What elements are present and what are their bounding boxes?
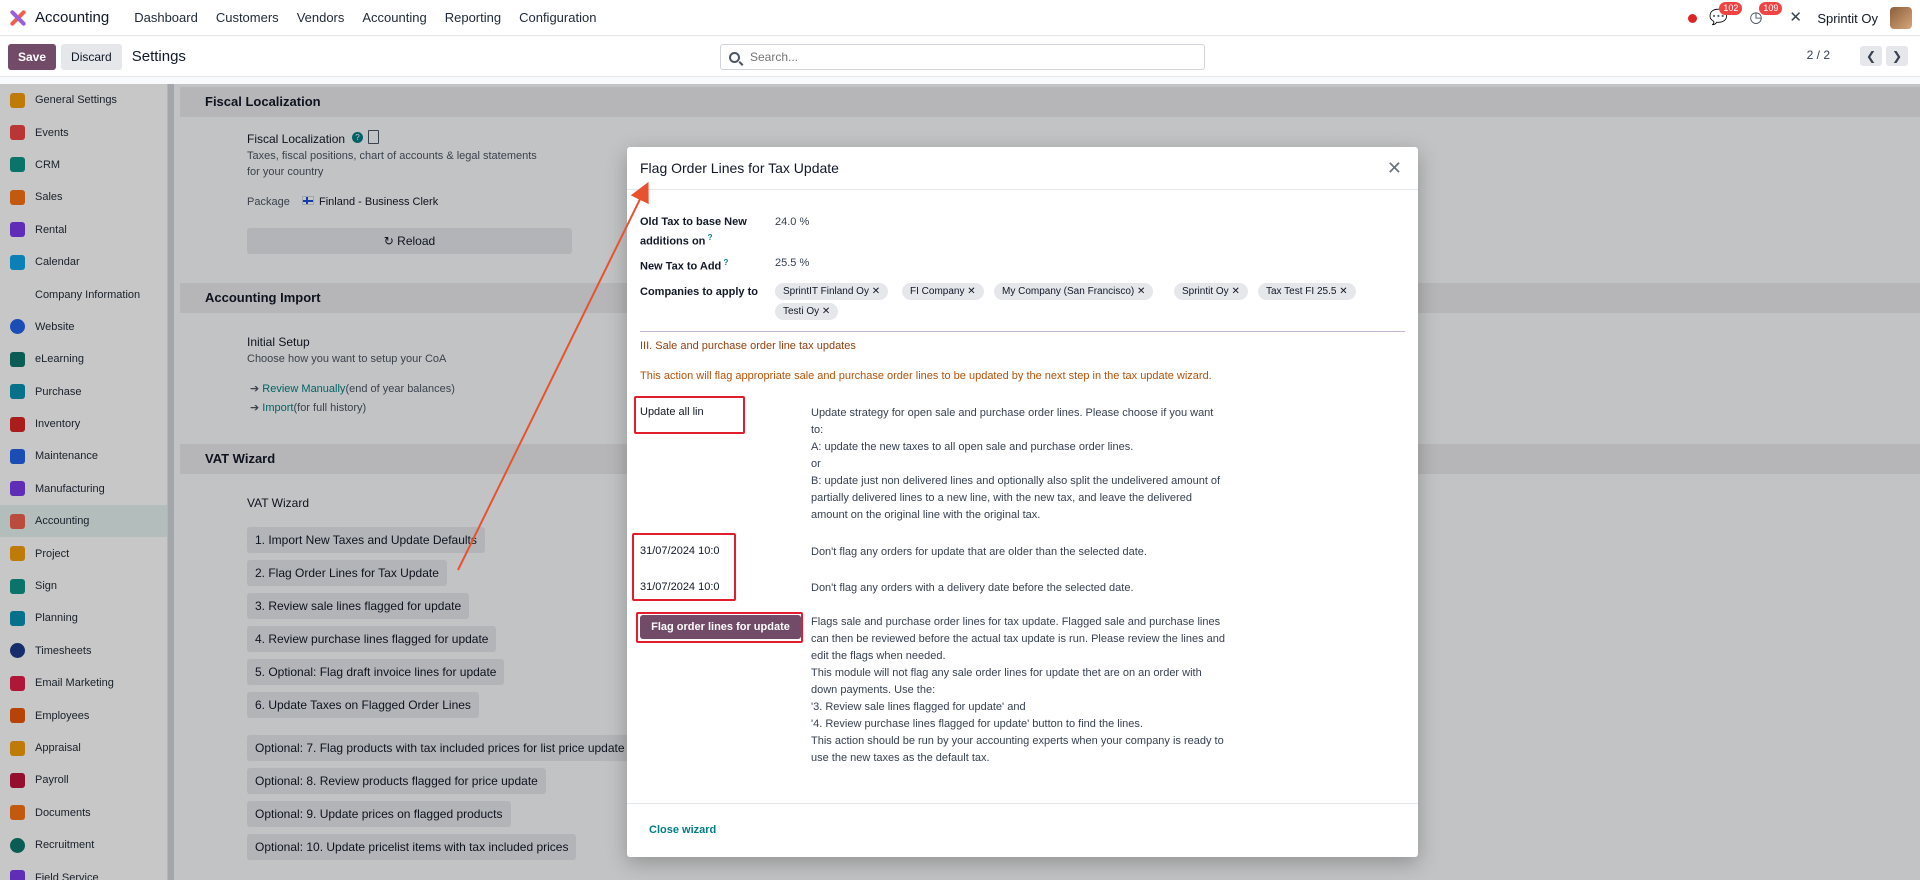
section-title: III. Sale and purchase order line tax up…: [640, 340, 856, 352]
nav-reporting[interactable]: Reporting: [445, 10, 501, 25]
help-line: '4. Review purchase lines flagged for up…: [811, 718, 1143, 730]
order-date-input[interactable]: 31/07/2024 10:0: [640, 545, 720, 557]
messages-icon[interactable]: 💬 102: [1709, 2, 1743, 27]
help-line: or: [811, 458, 821, 470]
activities-clock-icon[interactable]: ◷ 109: [1749, 2, 1783, 27]
delivery-date-input[interactable]: 31/07/2024 10:0: [640, 581, 720, 593]
user-avatar[interactable]: [1890, 7, 1912, 29]
company-tag-label: FI Company: [910, 286, 965, 297]
help-line: Flags sale and purchase order lines for …: [811, 616, 1221, 628]
control-panel: Save Discard Settings 2 / 2 ❮ ❯: [0, 37, 1920, 77]
old-tax-label-line: Old Tax to base New: [640, 216, 747, 228]
new-tax-label-text: New Tax to Add: [640, 260, 722, 273]
footer-divider: [627, 803, 1418, 804]
help-icon[interactable]: ?: [705, 233, 713, 242]
dialog-title: Flag Order Lines for Tax Update: [640, 160, 839, 176]
nav-customers[interactable]: Customers: [216, 10, 279, 25]
recording-indicator-icon: [1688, 13, 1698, 23]
company-tag[interactable]: Testi Oy ✕: [775, 303, 839, 320]
company-switcher[interactable]: Sprintit Oy: [1817, 11, 1878, 26]
pager-next-icon[interactable]: ❯: [1886, 46, 1908, 66]
delivery-date-help: Don't flag any orders with a delivery da…: [811, 582, 1134, 594]
remove-tag-icon[interactable]: ✕: [822, 306, 830, 317]
flag-order-lines-dialog: Flag Order Lines for Tax Update ✕ Old Ta…: [627, 147, 1418, 857]
help-line: can then be reviewed before the actual t…: [811, 633, 1225, 645]
help-line: edit the flags when needed.: [811, 650, 946, 662]
company-tag[interactable]: My Company (San Francisco) ✕: [994, 283, 1154, 300]
discard-button[interactable]: Discard: [61, 43, 122, 70]
help-line: B: update just non delivered lines and o…: [811, 475, 1221, 487]
help-line: to:: [811, 424, 824, 436]
companies-label: Companies to apply to: [640, 286, 758, 298]
order-date-help: Don't flag any orders for update that ar…: [811, 546, 1147, 558]
company-tag[interactable]: Sprintit Oy ✕: [1174, 283, 1248, 300]
activities-badge: 109: [1759, 2, 1783, 15]
nav-dashboard[interactable]: Dashboard: [134, 10, 198, 25]
help-line: A: update the new taxes to all open sale…: [811, 441, 1134, 453]
old-tax-value[interactable]: 24.0 %: [775, 216, 809, 228]
old-tax-label: Old Tax to base New additions on ?: [640, 215, 747, 250]
remove-tag-icon[interactable]: ✕: [1137, 286, 1145, 297]
pager-value: 2 / 2: [1806, 48, 1830, 62]
help-line: Update strategy for open sale and purcha…: [811, 407, 1214, 419]
company-tag[interactable]: Tax Test FI 25.5 ✕: [1258, 283, 1356, 300]
remove-tag-icon[interactable]: ✕: [872, 286, 880, 297]
header-divider: [627, 189, 1418, 190]
help-line: use the new taxes as the default tax.: [811, 752, 990, 764]
nav-vendors[interactable]: Vendors: [297, 10, 345, 25]
search-icon: [729, 51, 740, 63]
company-tag-label: Testi Oy: [783, 306, 820, 317]
flag-help: Flags sale and purchase order lines for …: [811, 614, 1271, 767]
settings-search[interactable]: [720, 44, 1205, 70]
help-line: This module will not flag any sale order…: [811, 667, 1202, 679]
pager-previous-icon[interactable]: ❮: [1860, 46, 1882, 66]
help-line: amount on the original line with the ori…: [811, 509, 1041, 521]
help-icon[interactable]: ?: [721, 258, 729, 267]
flag-order-lines-button[interactable]: Flag order lines for update: [640, 615, 801, 639]
company-tag[interactable]: SprintIT Finland Oy ✕: [775, 283, 889, 300]
close-wizard-button[interactable]: Close wizard: [649, 824, 716, 836]
section-separator: [640, 331, 1405, 332]
save-button[interactable]: Save: [8, 43, 57, 70]
remove-tag-icon[interactable]: ✕: [1339, 286, 1347, 297]
company-tag[interactable]: FI Company ✕: [902, 283, 984, 300]
old-tax-label-line: additions on: [640, 235, 706, 248]
warning-message: This action will flag appropriate sale a…: [640, 370, 1212, 382]
new-tax-label: New Tax to Add ?: [640, 255, 728, 275]
strategy-help: Update strategy for open sale and purcha…: [811, 405, 1271, 524]
remove-tag-icon[interactable]: ✕: [967, 286, 975, 297]
app-name[interactable]: Accounting: [35, 9, 109, 26]
nav-configuration[interactable]: Configuration: [519, 10, 596, 25]
update-strategy-select[interactable]: Update all lin: [640, 406, 710, 418]
top-navbar: Accounting Dashboard Customers Vendors A…: [0, 0, 1920, 36]
accounting-app-icon[interactable]: [9, 9, 27, 27]
remove-tag-icon[interactable]: ✕: [1231, 286, 1239, 297]
new-tax-value[interactable]: 25.5 %: [775, 257, 809, 269]
debug-tools-icon[interactable]: ✕: [1789, 9, 1807, 27]
close-icon[interactable]: ✕: [1387, 159, 1402, 177]
page-title: Settings: [131, 48, 186, 65]
help-line: partially delivered lines to a new line,…: [811, 492, 1192, 504]
messages-badge: 102: [1719, 2, 1743, 15]
help-line: This action should be run by your accoun…: [811, 735, 1224, 747]
nav-accounting[interactable]: Accounting: [362, 10, 426, 25]
company-tag-label: Tax Test FI 25.5: [1266, 286, 1337, 297]
company-tag-label: Sprintit Oy: [1182, 286, 1229, 297]
help-line: '3. Review sale lines flagged for update…: [811, 701, 1026, 713]
company-tag-label: My Company (San Francisco): [1002, 286, 1135, 297]
help-line: down payments. Use the:: [811, 684, 936, 696]
company-tag-label: SprintIT Finland Oy: [783, 286, 869, 297]
search-input[interactable]: [750, 50, 1170, 64]
